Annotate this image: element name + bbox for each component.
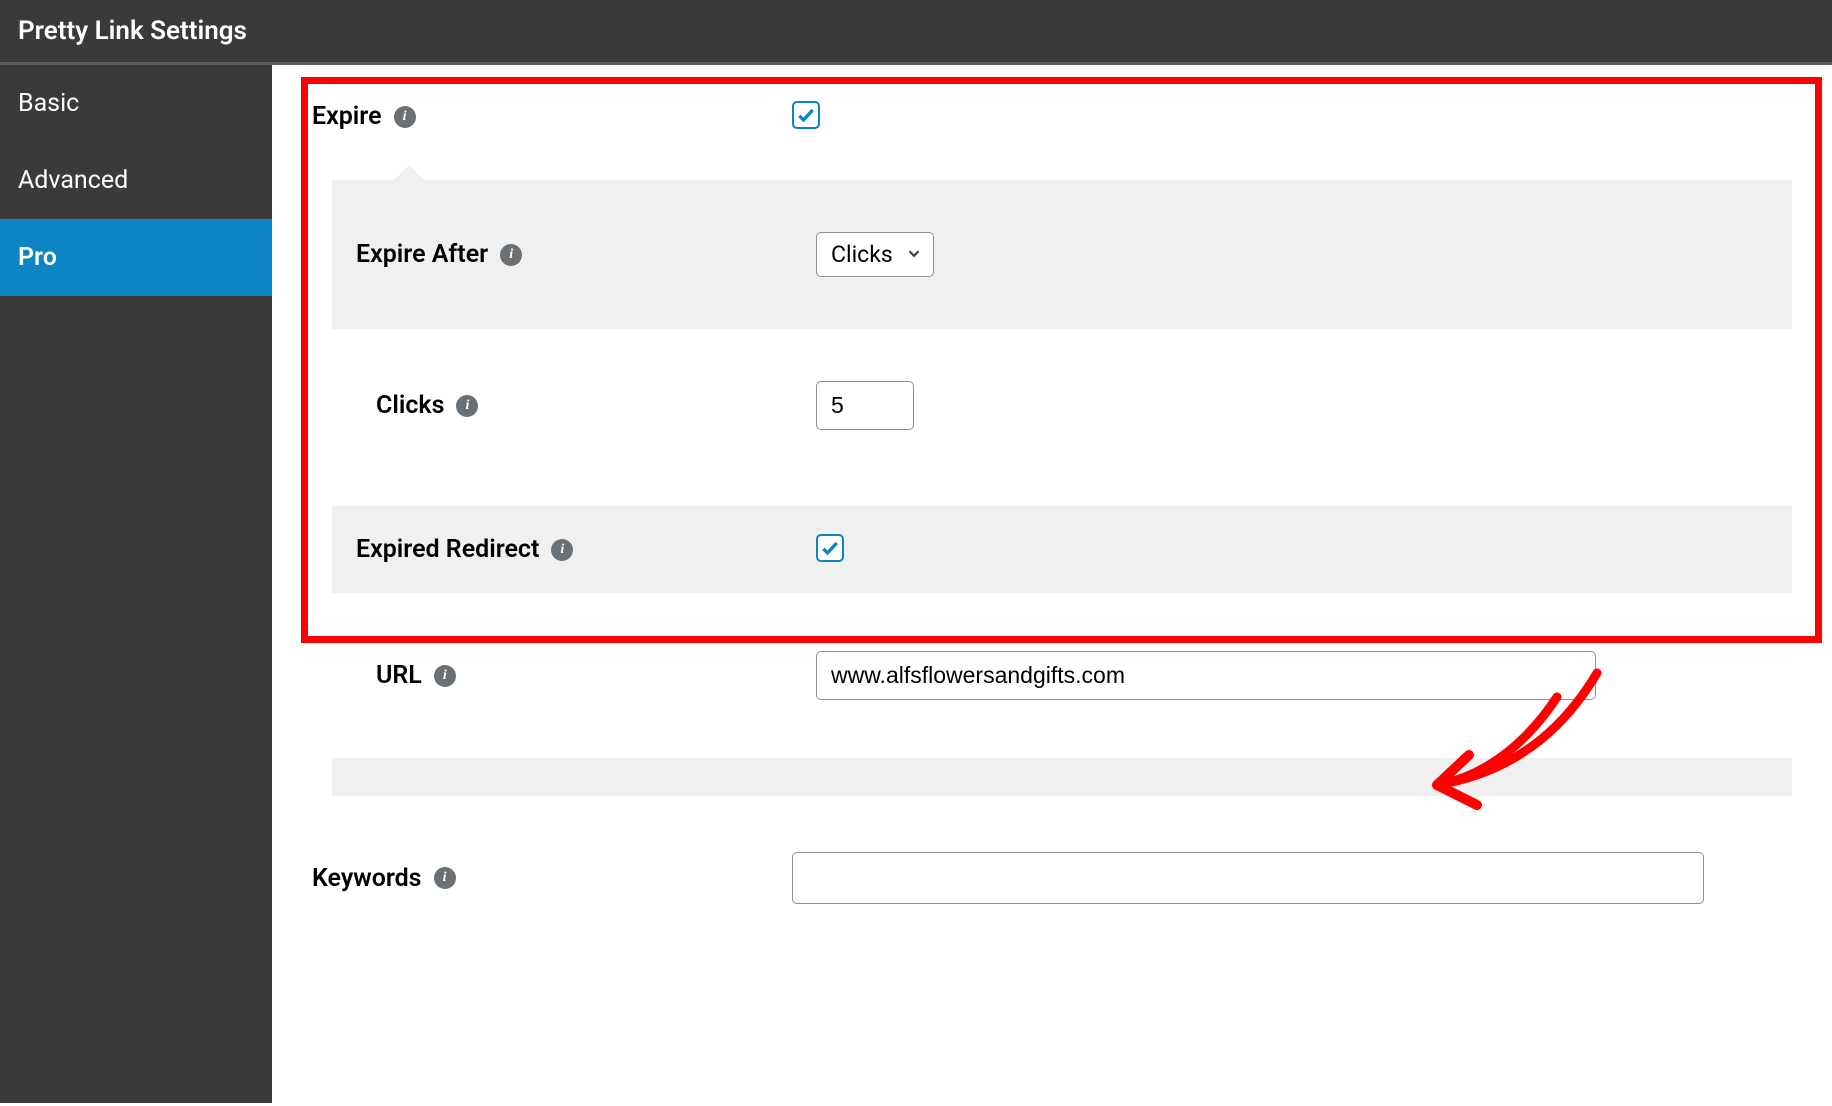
triangle-icon [394, 329, 422, 343]
sidebar: Basic Advanced Pro [0, 65, 272, 1103]
sidebar-item-basic[interactable]: Basic [0, 65, 272, 142]
page-title: Pretty Link Settings [0, 0, 1832, 65]
input-url[interactable] [816, 651, 1596, 700]
info-icon[interactable]: i [551, 539, 573, 561]
info-icon[interactable]: i [434, 665, 456, 687]
label-url: URL [376, 661, 422, 690]
content-area: Expire i Expire After i Clicks [272, 65, 1832, 1103]
label-clicks: Clicks [376, 391, 444, 420]
group-expire-after: Expire After i Clicks Clicks i [332, 180, 1792, 482]
label-keywords: Keywords [312, 864, 422, 893]
row-clicks: Clicks i [332, 329, 1792, 482]
row-expired-redirect: Expired Redirect i [332, 506, 1792, 593]
check-icon [820, 538, 840, 558]
info-icon[interactable]: i [394, 106, 416, 128]
input-clicks[interactable] [816, 381, 914, 430]
group-expired-redirect: Expired Redirect i URL i [332, 506, 1792, 796]
spacer [332, 758, 1792, 796]
input-keywords[interactable] [792, 852, 1704, 904]
info-icon[interactable]: i [500, 244, 522, 266]
info-icon[interactable]: i [434, 867, 456, 889]
chevron-down-icon [905, 242, 923, 269]
row-keywords: Keywords i [272, 820, 1832, 928]
main-layout: Basic Advanced Pro Expire i Expire After [0, 65, 1832, 1103]
triangle-icon [394, 165, 424, 180]
checkbox-expired-redirect[interactable] [816, 534, 844, 562]
select-expire-after[interactable]: Clicks [816, 232, 934, 277]
row-expire: Expire i [272, 65, 1832, 156]
label-expire-after: Expire After [356, 240, 488, 269]
triangle-icon [394, 593, 422, 607]
select-value: Clicks [831, 241, 893, 268]
row-expire-after: Expire After i Clicks [332, 180, 1792, 329]
sidebar-item-pro[interactable]: Pro [0, 219, 272, 296]
checkbox-expire[interactable] [792, 101, 820, 129]
label-expire: Expire [312, 102, 382, 131]
check-icon [796, 105, 816, 125]
label-expired-redirect: Expired Redirect [356, 535, 539, 564]
sidebar-item-advanced[interactable]: Advanced [0, 142, 272, 219]
info-icon[interactable]: i [456, 395, 478, 417]
row-url: URL i [332, 593, 1792, 758]
